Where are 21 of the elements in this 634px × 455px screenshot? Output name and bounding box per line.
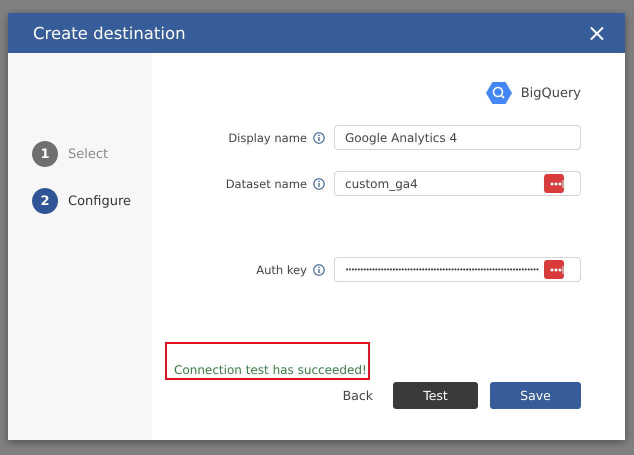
password-manager-icon[interactable] bbox=[544, 174, 564, 193]
field-label: Dataset name bbox=[224, 176, 307, 190]
input-field[interactable]: Google Analytics 4 bbox=[334, 125, 581, 150]
field-label: Auth key bbox=[255, 262, 307, 276]
step-number: 1 bbox=[32, 141, 58, 167]
success-message: Connection test has succeeded! bbox=[174, 363, 367, 377]
test-button[interactable]: Test bbox=[393, 382, 478, 409]
step-label[interactable]: Configure bbox=[68, 194, 132, 208]
close-button[interactable]: × bbox=[586, 20, 607, 46]
input-field[interactable]: custom_ga4 bbox=[334, 171, 581, 196]
dialog-title: Create destination bbox=[33, 24, 186, 42]
step-number: 2 bbox=[32, 188, 58, 214]
back-link[interactable]: Back bbox=[334, 382, 381, 409]
info-icon[interactable] bbox=[313, 178, 325, 190]
field-label: Display name bbox=[227, 130, 307, 144]
info-icon[interactable] bbox=[313, 264, 325, 276]
password-manager-icon[interactable] bbox=[544, 260, 564, 279]
info-icon[interactable] bbox=[313, 132, 325, 144]
hexagon-magnifier-icon bbox=[486, 81, 512, 105]
destination-name: BigQuery bbox=[520, 86, 581, 100]
save-button[interactable]: Save bbox=[490, 382, 581, 409]
